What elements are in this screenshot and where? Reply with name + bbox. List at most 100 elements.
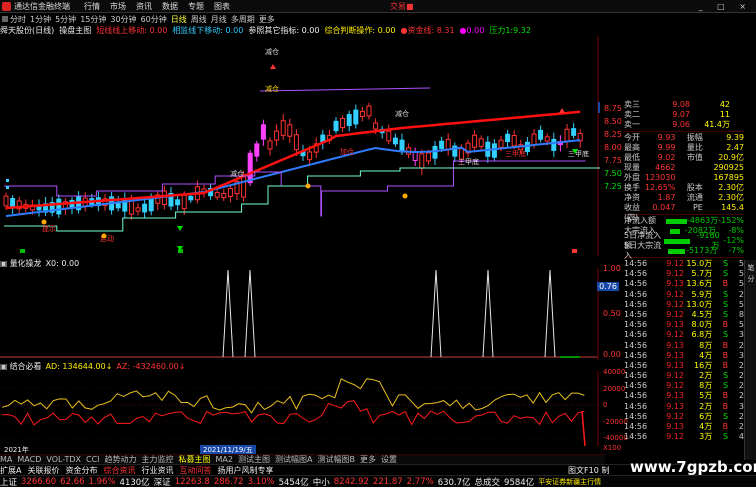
tick-time: 14:56 — [624, 381, 648, 391]
tick-direction: S — [723, 330, 729, 340]
info-item[interactable]: 行业资讯 — [141, 465, 173, 476]
panel3-name[interactable]: 结合必看 — [10, 361, 42, 372]
indicator-tab[interactable]: CCI — [86, 455, 100, 464]
window-controls[interactable]: _ □ × — [699, 2, 756, 11]
stat-key: 外盘 — [624, 173, 640, 182]
panel3-ad: AD: 134644.00↓ — [45, 361, 113, 371]
ad-az-line-chart[interactable] — [0, 371, 600, 446]
stat-key: 量比 — [686, 143, 703, 152]
menu-item[interactable]: 数据 — [162, 1, 178, 12]
sh-amount: 4130亿 — [119, 477, 150, 487]
period-tab[interactable]: 5分钟 — [55, 14, 76, 25]
tick-price: 9.12 — [666, 259, 684, 268]
period-tab[interactable]: 月线 — [211, 14, 227, 25]
indicator-value: ●0.00 — [459, 26, 485, 35]
side-tab[interactable]: 笔 — [746, 264, 756, 271]
chart-annotation: 加仓 — [340, 147, 354, 156]
time-axis: 2021年 2021/11/19/五 — [0, 445, 600, 455]
tick-direction: S — [723, 289, 729, 299]
tick-volume: 15.0万 — [686, 259, 713, 268]
ask-row[interactable]: 卖二 9.07 11 — [624, 110, 744, 120]
info-item[interactable]: 互动问答 — [179, 465, 211, 476]
broker-name[interactable]: 平安证券新疆主行情 — [538, 477, 601, 487]
menu-item[interactable]: 市场 — [110, 1, 126, 12]
tick-count: 5 — [738, 269, 744, 279]
info-item[interactable]: 资金分布 — [65, 465, 97, 476]
tick-row: 14:56 9.13 13.6万 B 5 — [624, 279, 744, 289]
tick-count: 5 — [738, 320, 744, 330]
tick-time: 14:56 — [624, 391, 648, 401]
zx-label[interactable]: 中小 — [313, 476, 330, 487]
stat-value: 9.39 — [726, 133, 744, 142]
period-tab[interactable]: 15分钟 — [80, 14, 106, 25]
signal-dot-icon — [305, 183, 311, 189]
sz-change: 286.72 — [213, 476, 244, 487]
panel3-icon: ▣ — [0, 361, 8, 371]
stat-value: 2.47 — [726, 143, 744, 152]
menu-item[interactable]: 行情 — [84, 1, 100, 12]
indicator-tab[interactable]: MA2 — [216, 455, 233, 464]
indicator-tab[interactable]: MACD — [17, 455, 41, 464]
sh-label[interactable]: 上证 — [0, 476, 17, 487]
tick-count: 2 — [738, 289, 744, 299]
tick-price: 9.13 — [666, 340, 684, 350]
info-item[interactable]: 综合资讯 — [103, 465, 135, 476]
menu-item[interactable]: 资讯 — [136, 1, 152, 12]
tick-volume: 3万 — [699, 432, 713, 442]
stat-value: 9.99 — [657, 143, 676, 152]
period-tab-active[interactable]: 日线 — [171, 14, 187, 25]
az-line — [1, 400, 585, 426]
market-status-bar: 上证 3266.60 62.66 1.96% 4130亿 深证 12263.8 … — [0, 475, 756, 487]
period-tab[interactable]: 60分钟 — [141, 14, 167, 25]
period-tab[interactable]: 更多 — [259, 14, 275, 25]
side-tab[interactable]: 分 — [746, 275, 756, 282]
tick-price: 9.12 — [666, 432, 684, 442]
candle-body — [425, 152, 431, 162]
panel2-name[interactable]: 量化操龙 — [10, 258, 42, 269]
tick-row: 14:56 9.12 2万 S 2 — [624, 371, 744, 381]
candle-body — [531, 133, 537, 146]
brand-label[interactable]: 交易■ — [390, 1, 414, 12]
ask-row[interactable]: 卖三 9.08 42 — [624, 100, 744, 110]
candle-body — [181, 194, 187, 210]
stat-value: 1.87 — [657, 193, 676, 202]
stat-value: 290925 — [713, 163, 744, 172]
ad-line — [1, 378, 585, 414]
stat-value: 0.047 — [652, 203, 676, 212]
info-right[interactable]: 图文F10 制 — [568, 465, 609, 476]
panel3-header: ▣ 结合必看 AD: 134644.00↓ AZ: -432460.00↓ — [0, 361, 430, 371]
indicator-tab[interactable]: VOL-TDX — [46, 455, 81, 464]
tick-direction: B — [722, 401, 729, 411]
info-item[interactable]: 扬用户风制专享 — [217, 465, 273, 476]
ask-row[interactable]: 卖一 9.06 41.4万 — [624, 120, 744, 130]
side-strip[interactable]: 笔 分 — [744, 260, 756, 460]
menu-item[interactable]: 图表 — [214, 1, 230, 12]
flow-key: 净流入额 — [624, 216, 656, 225]
info-item[interactable]: 关联报价 — [27, 465, 59, 476]
chart-annotation: 减仓 — [265, 84, 279, 93]
period-tab[interactable]: 30分钟 — [110, 14, 136, 25]
signal-dot-icon — [101, 233, 107, 239]
tick-price: 9.12 — [666, 371, 684, 381]
indicator-name[interactable]: 操盘主图 — [59, 25, 91, 36]
candle-body — [564, 128, 570, 142]
tick-row: 14:56 9.13 16万 B 2 — [624, 361, 744, 371]
candle-body — [274, 130, 280, 141]
spike-indicator-chart[interactable] — [0, 268, 600, 360]
tick-direction: S — [723, 259, 729, 268]
candle-body — [3, 195, 9, 207]
tick-time: 14:56 — [624, 371, 648, 381]
candlestick-chart[interactable]: 减仓减仓减仓减仓加仓三甲底三甲底三甲底提示启动 — [0, 36, 600, 256]
menu-item[interactable]: 专题 — [188, 1, 204, 12]
sz-label[interactable]: 深证 — [154, 476, 171, 487]
candle-body — [175, 199, 181, 206]
period-tab[interactable]: 1分钟 — [30, 14, 51, 25]
candle-body — [221, 192, 227, 199]
period-tab[interactable]: 分时 — [10, 14, 26, 25]
square-icon — [2, 16, 8, 22]
indicator-tab[interactable]: MA — [0, 455, 12, 464]
stat-value: 2.30亿 — [718, 193, 744, 202]
period-tab[interactable]: 多周期 — [231, 14, 255, 25]
info-item[interactable]: 扩展A — [0, 465, 21, 476]
period-tab[interactable]: 周线 — [191, 14, 207, 25]
